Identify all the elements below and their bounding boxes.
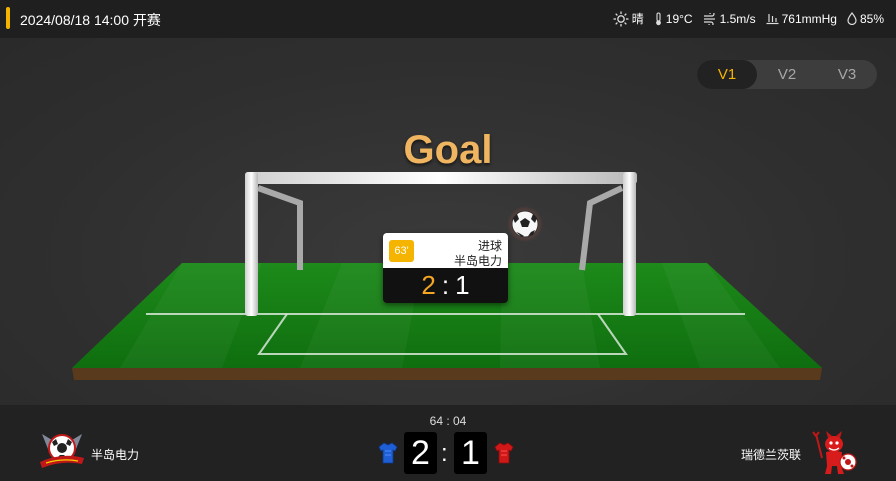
home-score: 2 — [404, 432, 437, 474]
match-clock: 64 : 04 — [429, 414, 467, 428]
tab-v3[interactable]: V3 — [817, 60, 877, 89]
event-home-score: 2 — [421, 270, 436, 300]
home-jersey-icon — [378, 442, 398, 464]
event-away-score: 1 — [455, 270, 470, 300]
goal-left-post — [245, 172, 258, 316]
goal-right-support — [579, 185, 624, 271]
goal-event-card: 63' 进球 半岛电力 2:1 — [383, 233, 508, 303]
away-team-logo — [812, 431, 857, 474]
goal-title: Goal — [403, 128, 493, 172]
tab-v1[interactable]: V1 — [697, 60, 757, 89]
away-jersey-icon — [494, 442, 514, 464]
event-minute-badge: 63' — [389, 240, 414, 262]
goal-right-post — [623, 172, 636, 316]
view-tabs: V1 V2 V3 — [697, 60, 877, 89]
home-team-name: 半岛电力 — [91, 448, 140, 462]
goal-left-support — [256, 185, 303, 270]
event-score: 2:1 — [383, 268, 508, 303]
event-score-separator: : — [441, 270, 450, 300]
home-team-logo — [40, 434, 84, 468]
tab-v2[interactable]: V2 — [757, 60, 817, 89]
away-team-name: 瑞德兰茨联 — [741, 448, 802, 462]
score-separator: : — [441, 440, 448, 467]
away-score: 1 — [454, 432, 487, 474]
goal-crossbar — [245, 172, 637, 184]
soccer-ball-icon — [511, 210, 539, 238]
event-team: 半岛电力 — [453, 254, 502, 268]
event-info: 63' 进球 半岛电力 — [383, 233, 508, 268]
pitch-soil — [72, 368, 822, 380]
